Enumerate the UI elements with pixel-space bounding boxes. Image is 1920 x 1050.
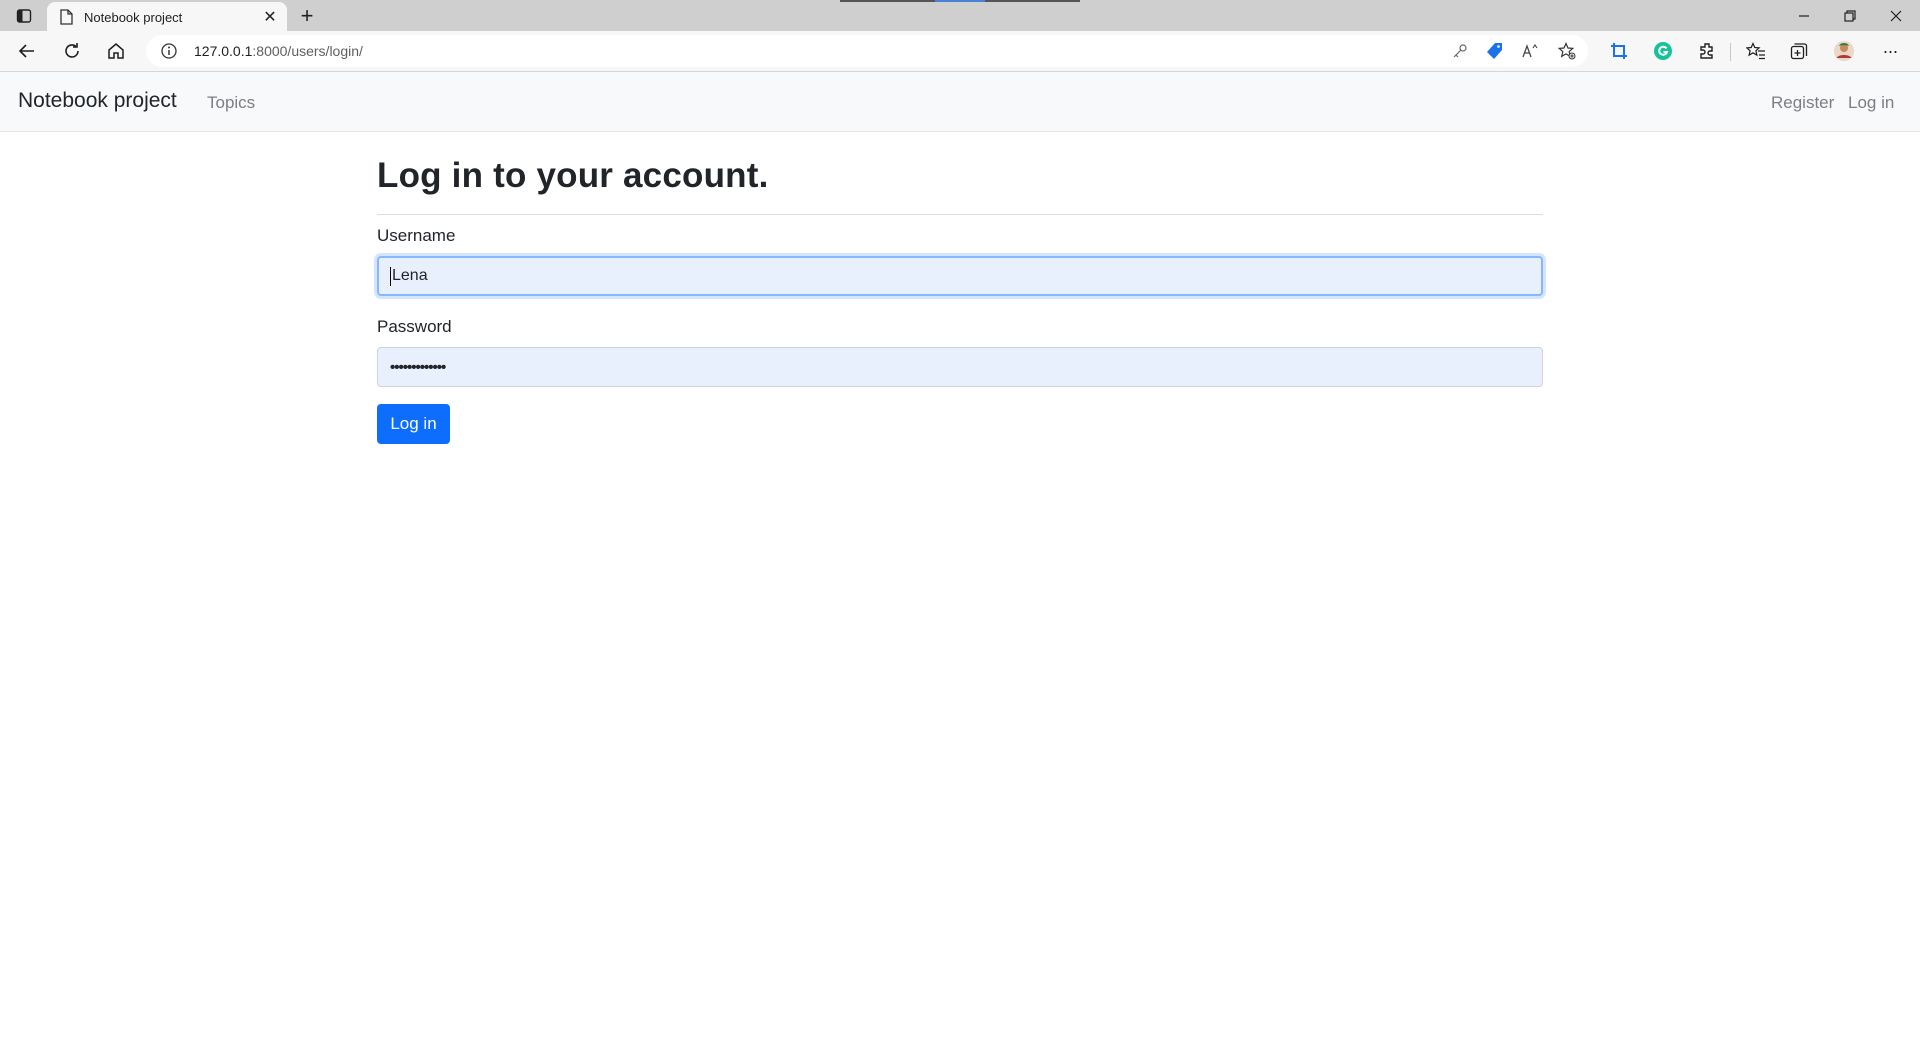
password-value: •••••••••••••	[390, 358, 446, 376]
username-input[interactable]: Lena	[377, 256, 1543, 296]
collections-icon[interactable]	[1784, 37, 1814, 65]
page-title: Log in to your account.	[377, 156, 769, 195]
site-navbar: Notebook project Topics Register Log in	[0, 72, 1920, 132]
username-value: Lena	[392, 267, 428, 284]
shopping-tag-icon[interactable]	[1483, 40, 1507, 62]
profile-avatar-icon[interactable]	[1829, 37, 1859, 65]
read-aloud-icon[interactable]	[1519, 40, 1543, 62]
restore-icon[interactable]	[1830, 3, 1870, 29]
favorites-icon[interactable]	[1741, 37, 1771, 65]
nav-link-login[interactable]: Log in	[1848, 93, 1894, 113]
home-icon[interactable]	[101, 37, 131, 65]
back-icon[interactable]	[12, 37, 42, 65]
site-info-icon[interactable]	[160, 42, 178, 60]
url-text[interactable]: 127.0.0.1:8000/users/login/	[194, 43, 363, 59]
page-icon	[59, 9, 73, 25]
close-window-icon[interactable]	[1876, 3, 1916, 29]
nav-link-topics[interactable]: Topics	[207, 93, 255, 113]
nav-link-register[interactable]: Register	[1771, 93, 1834, 113]
grammarly-icon[interactable]	[1648, 37, 1678, 65]
close-tab-icon[interactable]: ✕	[261, 8, 279, 26]
key-icon[interactable]	[1448, 40, 1472, 62]
address-bar[interactable]: 127.0.0.1:8000/users/login/	[146, 35, 1588, 67]
login-button[interactable]: Log in	[377, 404, 450, 444]
text-caret	[390, 266, 391, 286]
password-input[interactable]: •••••••••••••	[377, 347, 1543, 387]
navbar-brand[interactable]: Notebook project	[18, 89, 177, 113]
toolbar-divider	[1730, 43, 1731, 61]
new-tab-button[interactable]: +	[295, 3, 319, 28]
browser-tab-bar: Notebook project ✕ +	[0, 0, 1920, 31]
drag-region-indicator-accent	[935, 0, 985, 2]
url-host: 127.0.0.1	[194, 43, 253, 59]
title-divider	[377, 214, 1543, 215]
browser-tab-active[interactable]: Notebook project ✕	[47, 2, 287, 31]
screenshot-extension-icon[interactable]	[1604, 37, 1634, 65]
tab-actions-icon[interactable]	[10, 4, 38, 28]
refresh-icon[interactable]	[57, 37, 87, 65]
password-label: Password	[377, 317, 452, 336]
url-path: :8000/users/login/	[252, 43, 363, 59]
minimize-icon[interactable]	[1784, 3, 1824, 29]
tab-title: Notebook project	[84, 10, 183, 25]
add-favorite-icon[interactable]	[1555, 40, 1579, 62]
username-label: Username	[377, 226, 456, 245]
browser-toolbar: 127.0.0.1:8000/users/login/ ···	[0, 31, 1920, 72]
extensions-icon[interactable]	[1692, 37, 1722, 65]
more-options-icon[interactable]: ···	[1875, 37, 1905, 65]
